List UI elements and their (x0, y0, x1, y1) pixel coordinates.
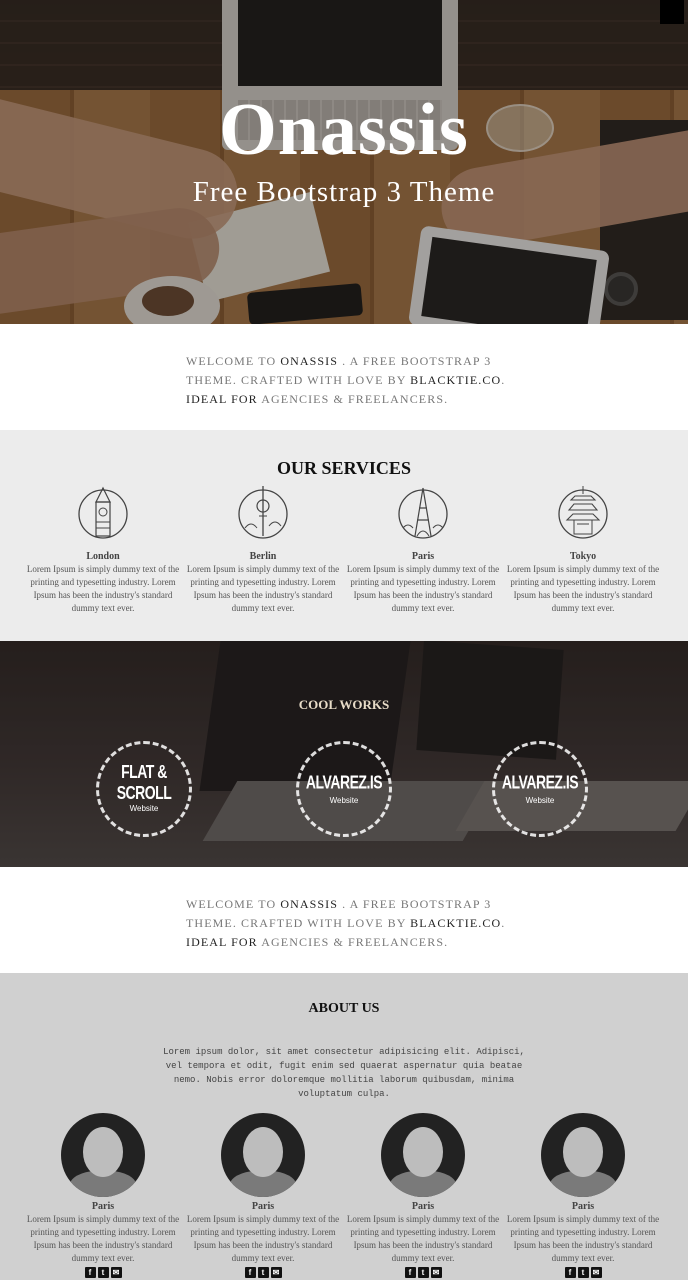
avatar (61, 1113, 145, 1197)
work-type: Website (129, 803, 159, 813)
facebook-icon[interactable]: f (244, 1267, 256, 1278)
service-description: Lorem Ipsum is simply dummy text of the … (506, 564, 660, 613)
work-name: ALVAREZ.IS (501, 771, 579, 792)
email-icon[interactable]: ✉ (110, 1267, 122, 1278)
work-type: Website (329, 795, 359, 805)
eiffel-tower-icon (398, 487, 448, 539)
works-section: COOL WORKS FLAT & SCROLL Website ALVAREZ.I… (0, 641, 688, 867)
member-description: Lorem Ipsum is simply dummy text of the … (186, 1214, 340, 1263)
work-badge[interactable]: ALVAREZ.IS Website (492, 741, 588, 837)
big-ben-icon (78, 486, 128, 539)
about-section: ABOUT US Lorem ipsum dolor, sit amet con… (0, 973, 688, 1280)
service-item-paris: Paris Lorem Ipsum is simply dummy text of… (345, 482, 501, 615)
email-icon[interactable]: ✉ (270, 1267, 282, 1278)
service-item-tokyo: Tokyo Lorem Ipsum is simply dummy text of… (505, 482, 661, 615)
social-links: f t ✉ (345, 1267, 501, 1278)
menu-toggle[interactable] (660, 0, 684, 24)
team-member: Paris Lorem Ipsum is simply dummy text of… (345, 1113, 501, 1278)
hero-title: Onassis (219, 89, 469, 171)
avatar (381, 1113, 465, 1197)
email-icon[interactable]: ✉ (590, 1267, 602, 1278)
member-description: Lorem Ipsum is simply dummy text of the … (506, 1214, 660, 1263)
social-links: f t ✉ (185, 1267, 341, 1278)
email-icon[interactable]: ✉ (430, 1267, 442, 1278)
member-description: Lorem Ipsum is simply dummy text of the … (26, 1214, 180, 1263)
service-name: London (86, 551, 120, 562)
twitter-icon[interactable]: t (417, 1267, 429, 1278)
team-member: Paris Lorem Ipsum is simply dummy text of… (505, 1113, 661, 1278)
service-name: Tokyo (569, 551, 597, 562)
service-description: Lorem Ipsum is simply dummy text of the … (26, 564, 180, 613)
about-intro: Lorem ipsum dolor, sit amet consectetur … (163, 1047, 525, 1099)
work-badge[interactable]: FLAT & SCROLL Website (96, 741, 192, 837)
service-description: Lorem Ipsum is simply dummy text of the … (346, 564, 500, 613)
work-name: FLAT & SCROLL (116, 760, 172, 803)
member-name: Paris (571, 1201, 595, 1212)
works-title: COOL WORKS (298, 697, 390, 712)
services-title: OUR SERVICES (277, 458, 411, 478)
avatar (541, 1113, 625, 1197)
team-member: Paris Lorem Ipsum is simply dummy text of… (25, 1113, 181, 1278)
member-name: Paris (411, 1201, 435, 1212)
welcome-section: Welcome to Onassis . a free bootstrap 3 … (0, 324, 688, 430)
pagoda-icon (558, 486, 608, 539)
facebook-icon[interactable]: f (404, 1267, 416, 1278)
service-description: Lorem Ipsum is simply dummy text of the … (186, 564, 340, 613)
facebook-icon[interactable]: f (84, 1267, 96, 1278)
about-title: ABOUT US (308, 1001, 380, 1016)
avatar (221, 1113, 305, 1197)
services-section: OUR SERVICES London Lorem Ipsum is simply… (0, 430, 688, 641)
twitter-icon[interactable]: t (577, 1267, 589, 1278)
hero-section: Onassis Free Bootstrap 3 Theme (0, 0, 688, 324)
social-links: f t ✉ (505, 1267, 661, 1278)
twitter-icon[interactable]: t (257, 1267, 269, 1278)
work-badge[interactable]: ALVAREZ.IS Website (296, 741, 392, 837)
twitter-icon[interactable]: t (97, 1267, 109, 1278)
social-links: f t ✉ (25, 1267, 181, 1278)
welcome-text: Welcome to Onassis . a free bootstrap 3 … (186, 897, 506, 949)
welcome-text: Welcome to Onassis . a free bootstrap 3 … (186, 354, 506, 406)
work-name: ALVAREZ.IS (305, 771, 383, 792)
welcome-section-2: Welcome to Onassis . a free bootstrap 3 … (0, 867, 688, 973)
hero-subtitle: Free Bootstrap 3 Theme (192, 176, 496, 208)
member-name: Paris (251, 1201, 275, 1212)
tv-tower-icon (238, 486, 288, 539)
service-item-berlin: Berlin Lorem Ipsum is simply dummy text o… (185, 482, 341, 615)
service-name: Paris (411, 551, 435, 562)
service-item-london: London Lorem Ipsum is simply dummy text o… (25, 482, 181, 615)
work-type: Website (525, 795, 555, 805)
member-name: Paris (91, 1201, 115, 1212)
service-name: Berlin (249, 551, 277, 562)
team-member: Paris Lorem Ipsum is simply dummy text of… (185, 1113, 341, 1278)
facebook-icon[interactable]: f (564, 1267, 576, 1278)
member-description: Lorem Ipsum is simply dummy text of the … (346, 1214, 500, 1263)
